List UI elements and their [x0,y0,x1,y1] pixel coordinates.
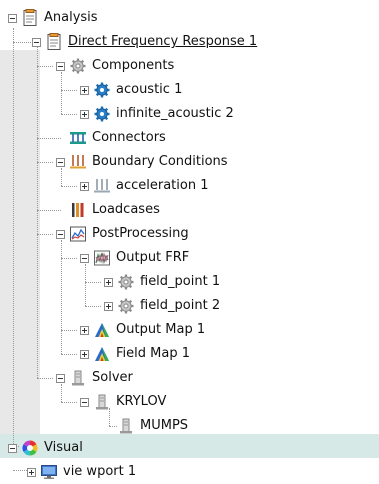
tree-item-viewport[interactable]: vie wport 1 [27,460,136,484]
monitor-icon [41,465,57,479]
gear-icon [70,58,86,74]
tree-item-field-point-1[interactable]: field_point 1 [104,270,220,294]
document-icon [23,9,37,26]
expand-toggle[interactable] [80,85,89,95]
tree-item-connectors[interactable]: Connectors [56,126,166,150]
tree-item-label: Output Map 1 [116,322,206,337]
tree-item-label: Loadcases [92,202,160,217]
tree-item-label: KRYLOV [116,394,167,409]
tree-item-acceleration[interactable]: acceleration 1 [80,174,209,198]
tree-item-label: Field Map 1 [116,346,190,361]
tree-item-field-map[interactable]: Field Map 1 [80,342,190,366]
boundary-condition-icon [94,179,110,193]
tree-item-label: acceleration 1 [116,178,209,193]
tree-item-visual[interactable]: Visual [8,436,83,460]
expand-toggle[interactable] [80,181,89,191]
tree-item-direct-frequency-response[interactable]: Direct Frequency Response 1 [32,30,257,54]
tree-item-label: Connectors [92,130,166,145]
collapse-toggle[interactable] [56,61,65,71]
collapse-toggle[interactable] [80,253,89,263]
expand-toggle[interactable] [104,277,113,287]
boundary-condition-icon [70,155,86,169]
tree-item-label: Solver [92,370,133,385]
tree-item-postprocessing[interactable]: PostProcessing [56,222,189,246]
tree-item-label: MUMPS [140,418,189,433]
document-icon [47,33,61,50]
tree-item-mumps[interactable]: MUMPS [117,414,188,438]
tree-item-output-frf[interactable]: Output FRF [80,246,189,270]
tree-item-analysis[interactable]: Analysis [8,6,98,30]
gear-icon [118,274,134,290]
blue-gear-icon [94,82,110,98]
collapse-toggle[interactable] [56,373,65,383]
chart-icon [70,226,86,242]
tree-item-field-point-2[interactable]: field_point 2 [104,294,220,318]
tree-item-label: Components [92,58,175,73]
solver-icon [96,394,108,410]
tree-item-label: Direct Frequency Response 1 [68,34,258,49]
solver-icon [120,418,132,434]
collapse-toggle[interactable] [8,443,17,453]
tree-item-label: Output FRF [116,250,190,265]
colormap-icon [95,347,109,361]
tree-item-label: field_point 2 [140,298,221,313]
tree-item-label: field_point 1 [140,274,221,289]
tree-item-label: infinite_acoustic 2 [116,106,234,121]
expand-toggle[interactable] [80,349,89,359]
tree-item-label: Visual [44,440,83,455]
tree-item-label: PostProcessing [92,226,189,241]
connector-icon [70,132,86,144]
collapse-toggle[interactable] [56,157,65,167]
tree-item-solver[interactable]: Solver [56,366,133,390]
frf-icon [94,250,110,266]
tree-item-loadcases[interactable]: Loadcases [56,198,160,222]
tree-item-label: vie wport 1 [63,464,137,479]
gear-icon [118,298,134,314]
tree-item-label: Boundary Conditions [92,154,228,169]
collapse-toggle[interactable] [32,37,41,47]
collapse-toggle[interactable] [56,229,65,239]
collapse-toggle[interactable] [8,13,17,23]
tree-item-krylov[interactable]: KRYLOV [80,390,166,414]
tree-item-output-map[interactable]: Output Map 1 [80,318,205,342]
collapse-toggle[interactable] [80,397,89,407]
tree-item-components[interactable]: Components [56,54,174,78]
expand-toggle[interactable] [80,109,89,119]
loadcase-icon [72,203,84,217]
expand-toggle[interactable] [104,301,113,311]
tree-item-boundary-conditions[interactable]: Boundary Conditions [56,150,228,174]
expand-toggle[interactable] [27,467,36,477]
model-tree: Analysis Direct Frequency Response 1 Com… [0,0,379,482]
blue-gear-icon [94,106,110,122]
tree-item-label: acoustic 1 [116,82,183,97]
colormap-icon [95,323,109,337]
tree-item-label: Analysis [44,10,98,25]
expand-toggle[interactable] [80,325,89,335]
solver-icon [72,370,84,386]
color-wheel-icon [22,440,38,456]
tree-item-infinite-acoustic[interactable]: infinite_acoustic 2 [80,102,234,126]
tree-item-acoustic[interactable]: acoustic 1 [80,78,182,102]
